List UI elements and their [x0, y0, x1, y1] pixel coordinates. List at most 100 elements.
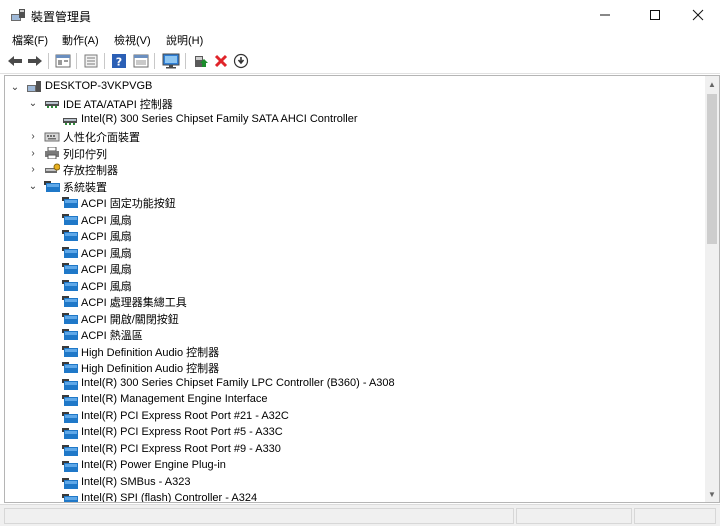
- svg-text:?: ?: [116, 56, 122, 69]
- system-device-icon: [62, 412, 78, 423]
- window-title: 裝置管理員: [31, 10, 92, 24]
- vertical-scrollbar[interactable]: ▲ ▼: [705, 76, 719, 502]
- system-device-icon: [62, 263, 78, 274]
- chevron-right-icon[interactable]: ›: [28, 129, 38, 143]
- tree-item[interactable]: Intel(R) 300 Series Chipset Family SATA …: [5, 112, 695, 128]
- scroll-up-button[interactable]: ▲: [705, 76, 719, 92]
- tree-item[interactable]: Intel(R) Power Engine Plug-in: [5, 458, 695, 474]
- tree-item[interactable]: Intel(R) 300 Series Chipset Family LPC C…: [5, 376, 695, 392]
- help-button[interactable]: ?: [110, 52, 128, 70]
- chevron-down-icon[interactable]: ⌄: [28, 96, 38, 110]
- system-device-icon: [62, 395, 78, 406]
- maximize-button[interactable]: [632, 0, 678, 30]
- tree-item-label: ACPI 處理器集總工具: [81, 297, 187, 309]
- tree-item[interactable]: ACPI 風扇: [5, 227, 695, 243]
- uninstall-icon: [214, 54, 228, 68]
- scan-hardware-button[interactable]: [162, 52, 180, 70]
- tree-item-label: ACPI 開啟/關閉按鈕: [81, 314, 179, 326]
- tree-item-label: ACPI 風扇: [81, 281, 132, 293]
- ide-controller-icon: [45, 101, 59, 108]
- system-device-icon: [62, 280, 78, 291]
- update-driver-icon: [195, 56, 208, 67]
- system-device-icon: [62, 329, 78, 340]
- tree-item[interactable]: ACPI 風扇: [5, 244, 695, 260]
- tree-root[interactable]: ⌄ DESKTOP-3VKPVGB: [5, 79, 695, 95]
- tree-item[interactable]: High Definition Audio 控制器: [5, 359, 695, 375]
- tree-item-label: 存放控制器: [63, 165, 118, 177]
- chevron-right-icon[interactable]: ›: [28, 146, 38, 160]
- uninstall-button[interactable]: [212, 52, 230, 70]
- menu-view[interactable]: 檢視(V): [114, 32, 151, 48]
- menu-bar: 檔案(F) 動作(A) 檢視(V) 說明(H): [0, 30, 720, 48]
- tree-item[interactable]: ACPI 固定功能按鈕: [5, 194, 695, 210]
- monitor-scan-icon: [162, 53, 180, 69]
- tree-item-label: ACPI 固定功能按鈕: [81, 198, 176, 210]
- action-view-button[interactable]: [132, 52, 150, 70]
- tree-item[interactable]: Intel(R) SPI (flash) Controller - A324: [5, 491, 695, 503]
- chevron-down-icon[interactable]: ⌄: [10, 80, 20, 94]
- tree-item[interactable]: Intel(R) PCI Express Root Port #5 - A33C: [5, 425, 695, 441]
- tree-item[interactable]: Intel(R) Management Engine Interface: [5, 392, 695, 408]
- update-driver-button[interactable]: [192, 52, 210, 70]
- minimize-button[interactable]: [582, 0, 628, 30]
- show-hide-button[interactable]: [82, 52, 100, 70]
- toolbar-separator: [104, 53, 105, 69]
- tree-item-label: ACPI 熱溫區: [81, 330, 143, 342]
- toolbar: ?: [0, 48, 720, 74]
- tree-item-label: 系統裝置: [63, 182, 107, 194]
- tree-item[interactable]: Intel(R) PCI Express Root Port #9 - A330: [5, 442, 695, 458]
- chevron-up-icon: ▲: [708, 79, 716, 89]
- tree-item[interactable]: ACPI 風扇: [5, 277, 695, 293]
- tree-category-ide[interactable]: ⌄ IDE ATA/ATAPI 控制器: [5, 95, 695, 112]
- hid-icon: [44, 132, 60, 142]
- tree-item-label: Intel(R) SPI (flash) Controller - A324: [81, 492, 258, 503]
- back-button[interactable]: [6, 52, 24, 70]
- tree-item[interactable]: ACPI 熱溫區: [5, 326, 695, 342]
- menu-help[interactable]: 說明(H): [166, 32, 203, 48]
- tree-category-storage[interactable]: › 存放控制器: [5, 161, 695, 178]
- tree-item-label: Intel(R) Power Engine Plug-in: [81, 459, 226, 471]
- system-device-icon: [62, 445, 78, 456]
- tree-item[interactable]: Intel(R) SMBus - A323: [5, 475, 695, 491]
- forward-icon: [28, 56, 42, 66]
- scroll-down-button[interactable]: ▼: [705, 486, 719, 502]
- help-icon: ?: [112, 54, 126, 69]
- tree-category-print-queue[interactable]: › 列印佇列: [5, 145, 695, 161]
- download-button[interactable]: [232, 52, 250, 70]
- device-tree-view[interactable]: ⌄ DESKTOP-3VKPVGB ⌄ IDE ATA/ATAPI 控制器 In…: [4, 75, 720, 503]
- tree-item-label: ACPI 風扇: [81, 248, 132, 260]
- scrollbar-thumb[interactable]: [707, 94, 717, 244]
- tree-category-system-devices[interactable]: ⌄ 系統裝置: [5, 178, 695, 195]
- tree-item[interactable]: ACPI 處理器集總工具: [5, 293, 695, 309]
- close-button[interactable]: [675, 0, 720, 30]
- system-device-icon: [62, 478, 78, 489]
- menu-action[interactable]: 動作(A): [62, 32, 99, 48]
- tree-item-label: Intel(R) Management Engine Interface: [81, 393, 268, 405]
- tree-item[interactable]: Intel(R) PCI Express Root Port #21 - A32…: [5, 409, 695, 425]
- back-icon: [8, 56, 22, 66]
- toolbar-separator: [154, 53, 155, 69]
- tree-item[interactable]: ACPI 風扇: [5, 211, 695, 227]
- chevron-down-icon: ▼: [708, 489, 716, 499]
- toolbar-separator: [76, 53, 77, 69]
- chevron-down-icon[interactable]: ⌄: [28, 179, 38, 193]
- status-pane-main: [4, 508, 514, 524]
- tree-item-label: Intel(R) 300 Series Chipset Family SATA …: [81, 113, 358, 125]
- system-device-icon: [62, 379, 78, 390]
- properties-button[interactable]: [54, 52, 72, 70]
- tree-item[interactable]: ACPI 風扇: [5, 260, 695, 276]
- menu-file[interactable]: 檔案(F): [12, 32, 48, 48]
- tree-item[interactable]: ACPI 開啟/關閉按鈕: [5, 310, 695, 326]
- minimize-icon: [600, 14, 610, 16]
- forward-button[interactable]: [26, 52, 44, 70]
- system-device-icon: [62, 346, 78, 357]
- properties-icon: [55, 54, 71, 68]
- tree-item[interactable]: High Definition Audio 控制器: [5, 343, 695, 359]
- tree-category-hid[interactable]: › 人性化介面裝置: [5, 128, 695, 145]
- chevron-right-icon[interactable]: ›: [28, 162, 38, 176]
- download-icon: [233, 53, 249, 69]
- tree-item-label: High Definition Audio 控制器: [81, 347, 220, 359]
- show-hide-icon: [84, 54, 98, 68]
- system-device-icon: [62, 296, 78, 307]
- tree-item-label: Intel(R) PCI Express Root Port #21 - A32…: [81, 410, 289, 422]
